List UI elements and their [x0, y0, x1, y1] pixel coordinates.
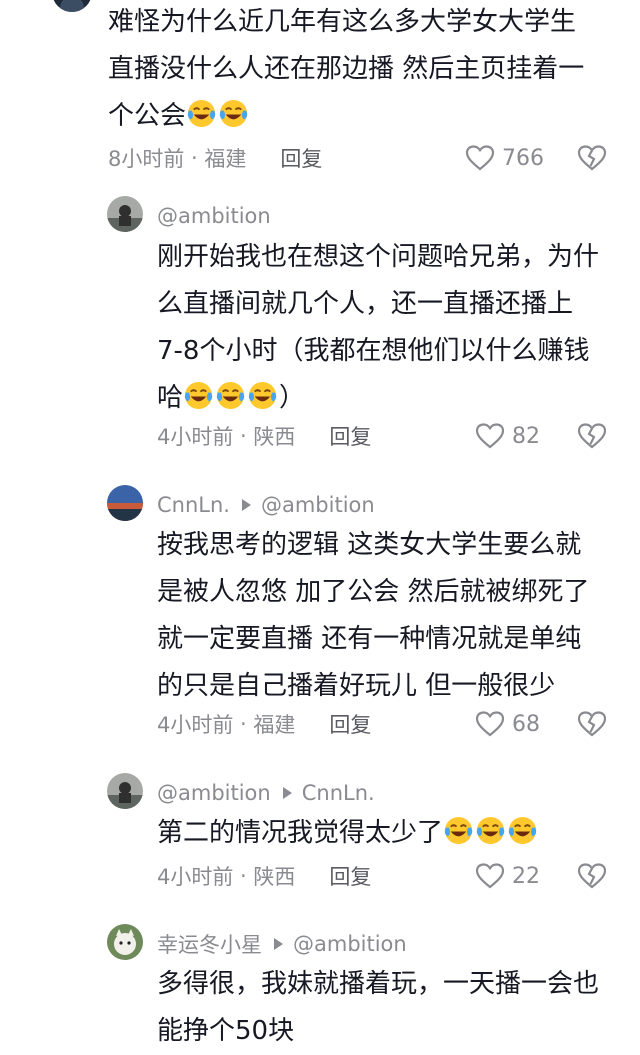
- laughing-crying-emoji: [215, 380, 246, 411]
- comment-location: 福建: [204, 147, 247, 171]
- comment-text-line: 的只是自己播着好玩儿 但一般很少: [157, 671, 556, 701]
- meta-separator: ·: [233, 864, 254, 888]
- comment-text-line: 多得很，我妹就播着玩，一天播一会也: [157, 969, 600, 999]
- comment-text-line: 刚开始我也在想这个问题哈兄弟，为什: [157, 242, 600, 272]
- dislike-button[interactable]: [578, 422, 606, 450]
- comment-text: 第二的情况我觉得太少了: [157, 810, 627, 857]
- reply-to-name[interactable]: @ambition: [261, 493, 375, 517]
- comment-author[interactable]: 幸运冬小星: [157, 929, 262, 959]
- comment-time: 4小时前: [157, 713, 234, 737]
- comment-text: 按我思考的逻辑 这类女大学生要么就 是被人忽悠 加了公会 然后就被绑死了 就一定…: [157, 522, 627, 710]
- laughing-crying-emoji: [443, 815, 474, 846]
- comment-meta: 4小时前 · 福建 回复: [157, 709, 371, 739]
- comment-meta: 8小时前 · 福建 回复: [108, 143, 322, 173]
- like-button[interactable]: 766: [466, 143, 544, 173]
- comment-time: 8小时前: [108, 147, 185, 171]
- avatar[interactable]: [107, 773, 143, 809]
- meta-separator: ·: [233, 712, 254, 736]
- reply-to-name[interactable]: @ambition: [293, 932, 407, 956]
- comment-text: 刚开始我也在想这个问题哈兄弟，为什 么直播间就几个人，还一直播还播上 7-8个小…: [157, 234, 627, 422]
- dislike-button[interactable]: [578, 144, 606, 172]
- laughing-crying-emoji: [247, 380, 278, 411]
- triangle-right-icon: [274, 938, 283, 950]
- avatar[interactable]: [52, 0, 92, 12]
- comment-meta: 4小时前 · 陕西 回复: [157, 421, 371, 451]
- like-count: 22: [512, 863, 540, 889]
- laughing-crying-emoji: [218, 98, 249, 129]
- like-button[interactable]: 68: [476, 709, 540, 739]
- avatar[interactable]: [107, 485, 143, 521]
- like-count: 82: [512, 423, 540, 449]
- triangle-right-icon: [241, 499, 251, 511]
- comment-text-line: 么直播间就几个人，还一直播还播上: [157, 289, 574, 319]
- comment-text-line: 按我思考的逻辑 这类女大学生要么就: [157, 530, 582, 560]
- like-button[interactable]: 22: [476, 861, 540, 891]
- comment-meta: 4小时前 · 陕西 回复: [157, 861, 371, 891]
- meta-separator: ·: [233, 424, 254, 448]
- comment-location: 福建: [253, 713, 296, 737]
- comment-text-line: 能挣个50块: [157, 1016, 295, 1046]
- laughing-crying-emoji: [475, 815, 506, 846]
- laughing-crying-emoji: [507, 815, 538, 846]
- comment-time: 4小时前: [157, 865, 234, 889]
- dislike-button[interactable]: [578, 710, 606, 738]
- triangle-right-icon: [282, 787, 292, 799]
- comment-text-line: 第二的情况我觉得太少了: [157, 818, 444, 848]
- reply-to-name[interactable]: CnnLn.: [302, 781, 375, 805]
- comment-time: 4小时前: [157, 425, 234, 449]
- comment-text-line: 是被人忽悠 加了公会 然后就被绑死了: [157, 577, 590, 607]
- comment-author[interactable]: @ambition: [157, 204, 271, 228]
- like-count: 766: [502, 145, 544, 171]
- reply-button[interactable]: 回复: [280, 143, 322, 173]
- comment-text-line: 直播没什么人还在那边播 然后主页挂着一: [108, 54, 585, 84]
- reply-button[interactable]: 回复: [329, 861, 371, 891]
- comment-author[interactable]: CnnLn.: [157, 493, 230, 517]
- comment-text-end: ）: [279, 383, 306, 413]
- comment-text-line: 就一定要直播 还有一种情况就是单纯: [157, 624, 582, 654]
- comment-text: 多得很，我妹就播着玩，一天播一会也 能挣个50块: [157, 961, 627, 1055]
- comment-location: 陕西: [253, 425, 296, 449]
- dislike-button[interactable]: [578, 862, 606, 890]
- comment-author-row: @ambition: [157, 201, 271, 231]
- comment-text-line: 哈: [157, 383, 184, 413]
- comment-location: 陕西: [253, 865, 296, 889]
- like-button[interactable]: 82: [476, 421, 540, 451]
- comment-author[interactable]: @ambition: [157, 781, 271, 805]
- comment-text-line: 7-8个小时（我都在想他们以什么赚钱: [157, 336, 590, 366]
- comment-author-row: CnnLn. @ambition: [157, 490, 375, 520]
- reply-button[interactable]: 回复: [329, 709, 371, 739]
- laughing-crying-emoji: [186, 98, 217, 129]
- comment-text: 难怪为什么近几年有这么多大学女大学生 直播没什么人还在那边播 然后主页挂着一 个…: [108, 0, 628, 140]
- avatar[interactable]: [107, 924, 143, 960]
- comment-author-row: 幸运冬小星 @ambition: [157, 929, 407, 959]
- like-count: 68: [512, 711, 540, 737]
- comment-text-line: 个公会: [108, 101, 187, 131]
- reply-button[interactable]: 回复: [329, 421, 371, 451]
- laughing-crying-emoji: [183, 380, 214, 411]
- avatar[interactable]: [107, 196, 143, 232]
- comment-text-line: 难怪为什么近几年有这么多大学女大学生: [108, 7, 577, 37]
- comment-author-row: @ambition CnnLn.: [157, 778, 375, 808]
- meta-separator: ·: [184, 146, 205, 170]
